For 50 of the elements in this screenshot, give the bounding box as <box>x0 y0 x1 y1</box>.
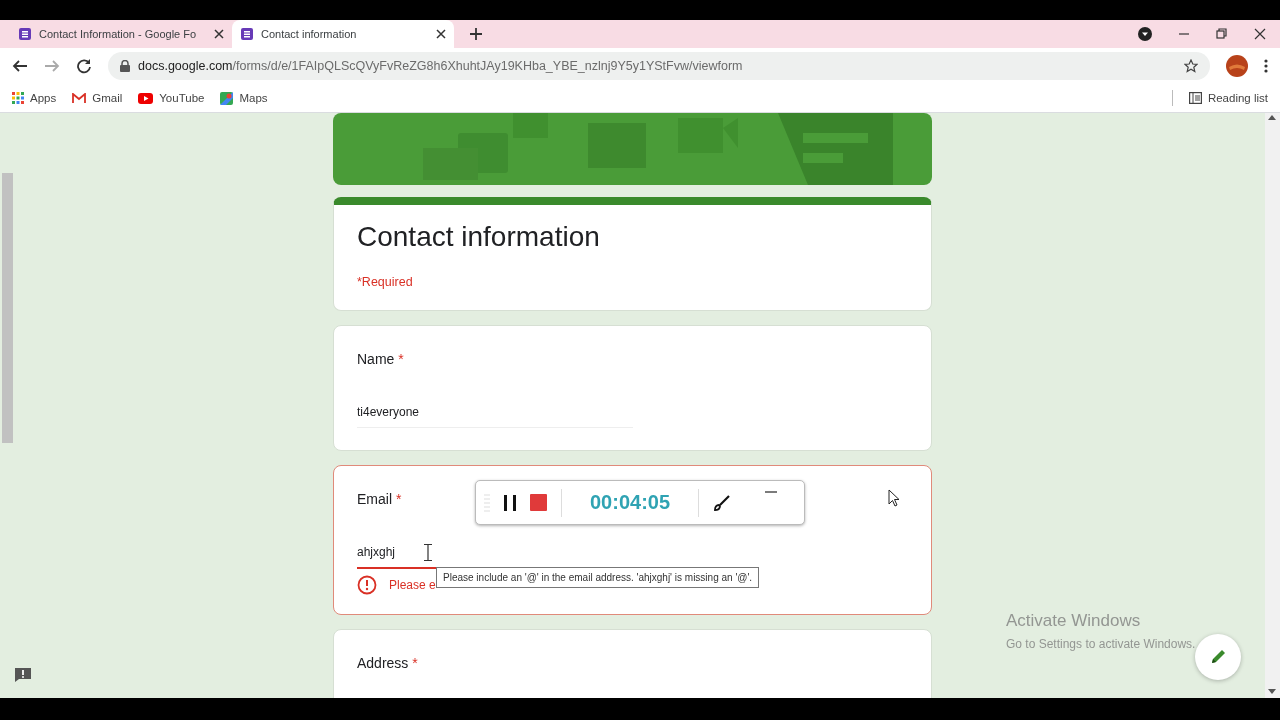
question-label: Address * <box>357 655 418 671</box>
lock-icon <box>120 60 130 72</box>
bookmark-link[interactable]: YouTube <box>159 92 205 104</box>
reload-icon[interactable] <box>76 58 92 74</box>
question-label: Email * <box>357 491 402 507</box>
more-menu-icon[interactable] <box>1264 59 1268 73</box>
form-title: Contact information <box>357 221 601 253</box>
scrollbar[interactable] <box>1265 113 1280 698</box>
scroll-up-icon[interactable] <box>1268 115 1276 120</box>
reading-list-button[interactable]: Reading list <box>1207 92 1268 104</box>
text-cursor-icon <box>424 544 432 561</box>
new-tab-icon[interactable] <box>470 28 482 40</box>
address-bar[interactable]: docs.google.com/forms/d/e/1FAIpQLScQVyFvReZG8h6XhuhtJAy19KHba_YBE_nzlnj9Y5y1YStFvw/viewform <box>108 52 1210 80</box>
error-message: Please e <box>389 578 436 592</box>
mail-icon <box>72 92 87 104</box>
error-icon <box>357 575 377 595</box>
validation-tooltip: Please include an '@' in the email address. 'ahjxghj' is missing an '@'. <box>436 567 760 588</box>
close-icon[interactable] <box>1254 28 1266 40</box>
close-icon[interactable] <box>214 29 224 39</box>
profile-avatar-icon[interactable] <box>1226 55 1248 77</box>
scrollbar-thumb[interactable] <box>2 173 13 443</box>
browser-tab[interactable]: Contact Information - Google Fo <box>10 20 232 48</box>
back-icon[interactable] <box>12 58 28 74</box>
feedback-icon[interactable] <box>14 667 32 683</box>
scroll-down-icon[interactable] <box>1268 689 1276 694</box>
restore-icon[interactable] <box>1216 28 1228 40</box>
apps-grid-icon <box>12 92 24 104</box>
circle-down-icon[interactable] <box>1138 27 1152 41</box>
activation-notice-title: Activate Windows <box>1006 611 1142 631</box>
pencil-icon <box>1209 648 1227 666</box>
bookmark-link[interactable]: Gmail <box>92 92 123 104</box>
brush-icon[interactable] <box>713 493 732 512</box>
answer-field[interactable]: ti4everyone <box>357 405 633 428</box>
bookmark-link[interactable]: Apps <box>30 92 57 104</box>
url-text: docs.google.com/forms/d/e/1FAIpQLScQVyFvReZG8h6XhuhtJAy19KHba_YBE_nzlnj9Y5y1YStFvw/viewform <box>138 59 743 73</box>
map-icon <box>220 91 234 105</box>
required-note: *Required <box>357 275 413 289</box>
bookmark-link[interactable]: Maps <box>239 92 268 104</box>
close-icon[interactable] <box>436 29 446 39</box>
form-icon <box>240 27 254 41</box>
recording-timer: 00:04:05 <box>589 491 672 514</box>
star-icon[interactable] <box>1184 59 1198 73</box>
question-label: Name * <box>357 351 404 367</box>
mouse-pointer-icon <box>888 489 900 507</box>
play-icon <box>138 92 154 104</box>
activation-notice-text: Go to Settings to activate Windows. <box>1006 637 1196 651</box>
browser-tab[interactable]: Contact information <box>232 20 454 48</box>
reading-list-icon <box>1188 92 1202 104</box>
pause-icon[interactable] <box>504 494 516 511</box>
form-icon <box>18 27 32 41</box>
